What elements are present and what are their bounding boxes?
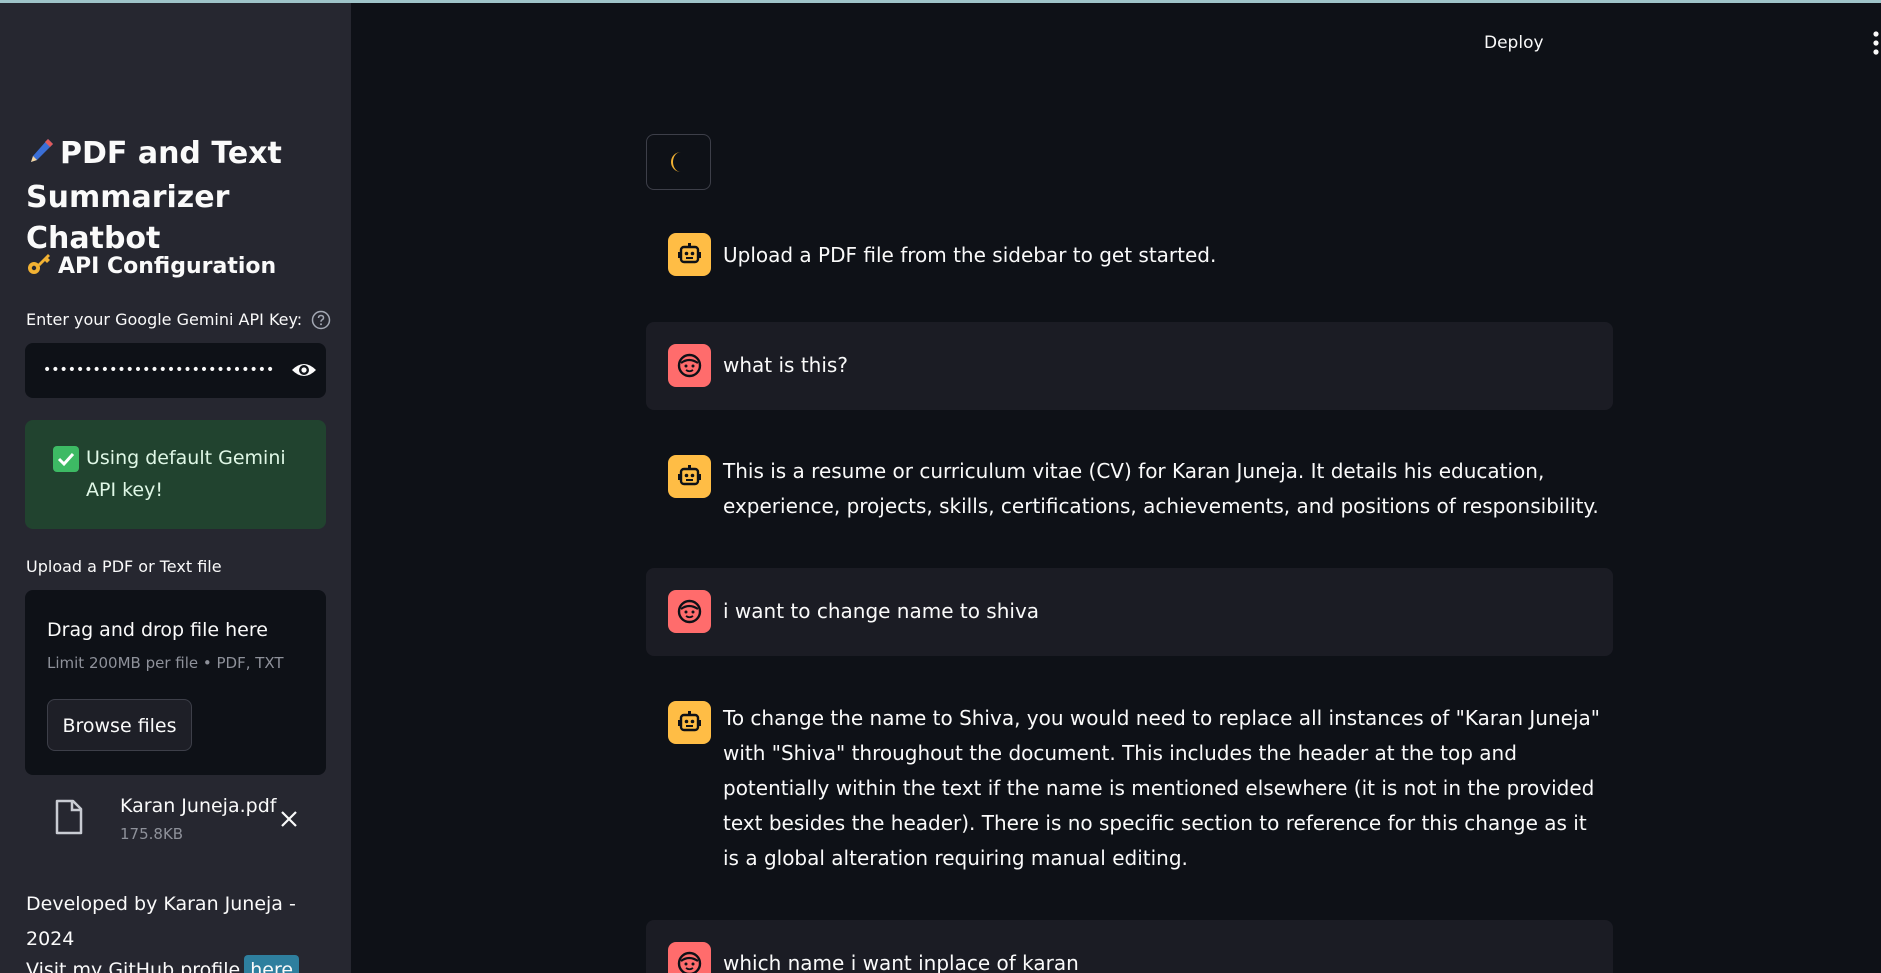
api-key-label: Enter your Google Gemini API Key: bbox=[26, 308, 331, 337]
chat-message-assistant: This is a resume or curriculum vitae (CV… bbox=[646, 438, 1613, 538]
user-face-icon bbox=[668, 590, 711, 633]
uploaded-file-name: Karan Juneja.pdf bbox=[120, 795, 277, 817]
deploy-button[interactable]: Deploy bbox=[1484, 28, 1544, 58]
chat-message-assistant: To change the name to Shiva, you would n… bbox=[646, 685, 1613, 885]
chat-message-user: which name i want inplace of karan bbox=[646, 920, 1613, 973]
chat-message-user: what is this? bbox=[646, 322, 1613, 410]
github-line: Visit my GitHub profile here bbox=[26, 955, 300, 973]
robot-icon bbox=[668, 233, 711, 276]
main-area: Deploy Upload a PDF file from the sideba… bbox=[351, 0, 1881, 973]
robot-icon bbox=[668, 701, 711, 744]
moon-icon bbox=[667, 150, 689, 178]
developer-credit: Developed by Karan Juneja - 2024 bbox=[26, 893, 296, 950]
more-icon[interactable] bbox=[1872, 30, 1880, 60]
app-title-text: PDF and Text Summarizer Chatbot bbox=[26, 136, 282, 256]
chat-message-user: i want to change name to shiva bbox=[646, 568, 1613, 656]
message-text: which name i want inplace of karan bbox=[723, 951, 1079, 973]
success-alert: Using default Gemini API key! bbox=[25, 420, 326, 529]
success-message: Using default Gemini API key! bbox=[86, 447, 286, 501]
message-text: This is a resume or curriculum vitae (CV… bbox=[723, 459, 1599, 518]
uploaded-file-item: Karan Juneja.pdf 175.8KB bbox=[25, 790, 326, 850]
api-key-value[interactable]: •••••••••••••••••••••••••••••••••••••••• bbox=[43, 360, 273, 380]
check-icon bbox=[53, 446, 79, 476]
chat-message-assistant: Upload a PDF file from the sidebar to ge… bbox=[646, 221, 1613, 291]
pen-icon bbox=[26, 136, 60, 177]
browse-files-button[interactable]: Browse files bbox=[47, 699, 192, 751]
app-title: PDF and Text Summarizer Chatbot bbox=[26, 133, 336, 259]
upload-label: Upload a PDF or Text file bbox=[26, 557, 222, 576]
key-icon bbox=[26, 250, 58, 285]
top-decoration bbox=[0, 0, 1881, 3]
api-key-input[interactable]: •••••••••••••••••••••••••••••••••••••••• bbox=[25, 343, 326, 398]
theme-toggle-button[interactable] bbox=[646, 134, 711, 190]
robot-icon bbox=[668, 455, 711, 498]
user-face-icon bbox=[668, 344, 711, 387]
uploaded-file-size: 175.8KB bbox=[120, 825, 184, 843]
sidebar: PDF and Text Summarizer Chatbot API Conf… bbox=[0, 0, 351, 973]
dropzone-title: Drag and drop file here bbox=[47, 619, 268, 641]
api-configuration-heading: API Configuration bbox=[26, 250, 276, 285]
close-icon[interactable] bbox=[279, 809, 299, 833]
file-icon bbox=[55, 799, 83, 839]
message-text: i want to change name to shiva bbox=[723, 599, 1040, 623]
message-text: what is this? bbox=[723, 353, 848, 377]
dropzone-limit: Limit 200MB per file • PDF, TXT bbox=[47, 654, 284, 672]
api-key-label-text: Enter your Google Gemini API Key: bbox=[26, 310, 303, 329]
file-dropzone[interactable]: Drag and drop file here Limit 200MB per … bbox=[25, 590, 326, 775]
message-text: Upload a PDF file from the sidebar to ge… bbox=[723, 243, 1217, 267]
help-icon[interactable] bbox=[311, 310, 331, 337]
message-text: To change the name to Shiva, you would n… bbox=[723, 706, 1600, 870]
github-link[interactable]: here bbox=[244, 955, 300, 973]
user-face-icon bbox=[668, 942, 711, 973]
github-text: Visit my GitHub profile bbox=[26, 959, 241, 973]
eye-icon[interactable] bbox=[291, 358, 317, 386]
api-configuration-text: API Configuration bbox=[58, 254, 277, 279]
